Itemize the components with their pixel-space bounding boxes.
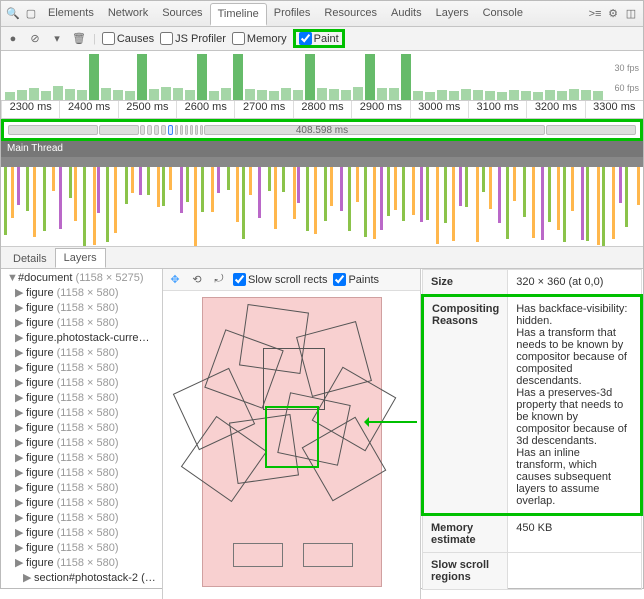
tree-row[interactable]: ▶ figure (1158 × 580)	[3, 316, 160, 331]
prop-size-val: 320 × 360 (at 0,0)	[508, 270, 642, 296]
reset-icon[interactable]: ⤾	[211, 272, 227, 288]
tab-console[interactable]: Console	[476, 3, 530, 25]
properties-panel: Size320 × 360 (at 0,0) Compositing Reaso…	[421, 269, 643, 599]
pan-icon[interactable]: ✥	[167, 272, 183, 288]
paints-checkbox[interactable]: Paints	[333, 273, 379, 286]
timeline-toolbar: ● ⊘ ▾ 🗑 | Causes JS Profiler Memory Pain…	[1, 27, 643, 51]
layer-tree[interactable]: ▼ #document (1158 × 5275)▶ figure (1158 …	[1, 269, 162, 599]
prop-size-key: Size	[423, 270, 508, 296]
tab-timeline[interactable]: Timeline	[210, 3, 267, 26]
clear-icon[interactable]: ⊘	[27, 31, 43, 47]
device-icon[interactable]: ▢	[23, 6, 39, 22]
tree-row[interactable]: ▶ figure (1158 × 580)	[3, 301, 160, 316]
tree-row[interactable]: ▶ figure (1158 × 580)	[3, 556, 160, 571]
tree-row[interactable]: ▶ figure (1158 × 580)	[3, 421, 160, 436]
tree-row[interactable]: ▶ figure (1158 × 580)	[3, 376, 160, 391]
tree-row[interactable]: ▶ figure (1158 × 580)	[3, 436, 160, 451]
drawer-icon[interactable]: >≡	[587, 6, 603, 22]
tree-row[interactable]: ▶ figure (1158 × 580)	[3, 286, 160, 301]
tree-row[interactable]: ▶ figure (1158 × 580)	[3, 481, 160, 496]
causes-checkbox[interactable]: Causes	[102, 32, 154, 45]
tree-row[interactable]: ▼ #document (1158 × 5275)	[3, 271, 160, 286]
tab-audits[interactable]: Audits	[384, 3, 429, 25]
tree-row[interactable]: ▶ figure (1158 × 580)	[3, 391, 160, 406]
tab-elements[interactable]: Elements	[41, 3, 101, 25]
tree-row[interactable]: ▶ figure (1158 × 580)	[3, 496, 160, 511]
tree-row[interactable]: ▶ figure (1158 × 580)	[3, 466, 160, 481]
fps-chart[interactable]: 30 fps 60 fps	[1, 51, 643, 101]
main-toolbar: 🔍 ▢ ElementsNetworkSourcesTimelineProfil…	[1, 1, 643, 27]
prop-cr-val: Has backface-visibility: hidden. Has a t…	[508, 296, 642, 515]
search-icon[interactable]: 🔍	[5, 6, 21, 22]
tab-profiles[interactable]: Profiles	[267, 3, 318, 25]
filter-icon[interactable]: ▾	[49, 31, 65, 47]
tree-row[interactable]: ▶ figure (1158 × 580)	[3, 406, 160, 421]
paint-checkbox[interactable]: Paint	[293, 29, 345, 48]
tree-row[interactable]: ▶ figure.photostack-curre…	[3, 331, 160, 346]
tree-row[interactable]: ▶ figure (1158 × 580)	[3, 541, 160, 556]
tab-network[interactable]: Network	[101, 3, 155, 25]
tab-sources[interactable]: Sources	[155, 3, 209, 25]
prop-scr-key: Slow scroll regions	[423, 553, 508, 590]
prop-mem-val: 450 KB	[508, 515, 642, 553]
tree-row[interactable]: ▶ figure (1158 × 580)	[3, 346, 160, 361]
layers-toolbar: ✥ ⟲ ⤾ Slow scroll rects Paints	[163, 269, 420, 291]
prop-scr-val	[508, 553, 642, 590]
tree-row[interactable]: ▶ figure (1158 × 580)	[3, 511, 160, 526]
overview-strip[interactable]: 408.598 ms	[1, 119, 643, 141]
selected-layer[interactable]	[265, 406, 319, 468]
layers-canvas[interactable]	[163, 291, 420, 599]
tab-layers[interactable]: Layers	[55, 248, 106, 268]
record-icon[interactable]: ●	[5, 31, 21, 47]
slowrects-checkbox[interactable]: Slow scroll rects	[233, 273, 327, 286]
overview-time: 408.598 ms	[296, 125, 348, 136]
tab-details[interactable]: Details	[5, 250, 55, 268]
flame-chart[interactable]	[1, 157, 643, 247]
tree-row[interactable]: ▶ figure (1158 × 580)	[3, 451, 160, 466]
rotate-icon[interactable]: ⟲	[189, 272, 205, 288]
bottom-tabs: Details Layers	[1, 247, 643, 269]
tree-row[interactable]: ▶ figure (1158 × 580)	[3, 526, 160, 541]
tab-resources[interactable]: Resources	[317, 3, 384, 25]
tree-row[interactable]: ▶ figure (1158 × 580)	[3, 361, 160, 376]
jsprofiler-checkbox[interactable]: JS Profiler	[160, 32, 226, 45]
gc-icon[interactable]: 🗑	[71, 31, 87, 47]
prop-cr-key: Compositing Reasons	[423, 296, 508, 515]
time-ruler: 2300 ms2400 ms2500 ms2600 ms2700 ms2800 …	[1, 101, 643, 119]
dock-icon[interactable]: ◫	[623, 6, 639, 22]
prop-mem-key: Memory estimate	[423, 515, 508, 553]
memory-checkbox[interactable]: Memory	[232, 32, 287, 45]
settings-icon[interactable]: ⚙	[605, 6, 621, 22]
main-thread-header: Main Thread	[1, 141, 643, 157]
tab-layers[interactable]: Layers	[429, 3, 476, 25]
tree-row[interactable]: ▶ section#photostack-2 (…	[3, 571, 160, 586]
